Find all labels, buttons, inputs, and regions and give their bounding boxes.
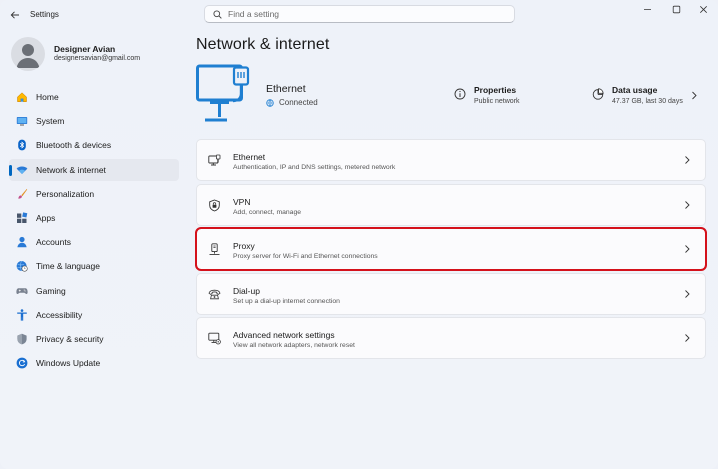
home-icon <box>16 91 28 103</box>
data-usage-subtitle: 47.37 GB, last 30 days <box>612 98 683 105</box>
update-icon <box>16 357 28 369</box>
advanced-network-icon <box>208 332 221 345</box>
ethernet-icon <box>208 154 221 167</box>
card-title: Advanced network settings <box>233 330 335 341</box>
sidebar-item-personalization[interactable]: Personalization <box>9 183 179 205</box>
chevron-right-icon[interactable] <box>690 91 698 100</box>
avatar[interactable] <box>11 37 45 71</box>
user-avatar-icon <box>16 44 40 68</box>
card-description: View all network adapters, network reset <box>233 342 355 350</box>
sidebar-item-home[interactable]: Home <box>9 86 179 108</box>
shield-icon <box>16 333 28 345</box>
chevron-right-icon <box>685 334 690 343</box>
sidebar-item-bluetooth[interactable]: Bluetooth & devices <box>9 134 179 156</box>
chevron-right-icon <box>685 289 690 298</box>
ethernet-computer-icon <box>196 64 250 122</box>
sidebar-item-network[interactable]: Network & internet <box>9 158 179 181</box>
sidebar-item-time-language[interactable]: Time & language <box>9 255 179 277</box>
chevron-right-icon <box>685 245 690 254</box>
sidebar-item-label: Privacy & security <box>36 333 104 344</box>
card-title: Dial-up <box>233 285 260 296</box>
sidebar-item-windows-update[interactable]: Windows Update <box>9 352 179 374</box>
sidebar-item-label: Accounts <box>36 237 71 248</box>
title-bar: Settings <box>0 0 718 30</box>
vpn-shield-icon <box>208 199 221 212</box>
data-usage-icon <box>592 88 604 100</box>
sidebar-item-label: System <box>36 116 65 127</box>
back-button[interactable] <box>6 6 24 24</box>
card-description: Proxy server for Wi-Fi and Ethernet conn… <box>233 253 378 261</box>
page-title: Network & internet <box>196 36 330 53</box>
sidebar-item-accessibility[interactable]: Accessibility <box>9 304 179 326</box>
advanced-network-settings-card[interactable]: Advanced network settings View all netwo… <box>196 317 706 360</box>
sidebar-item-system[interactable]: System <box>9 110 179 132</box>
minimize-icon <box>643 8 651 10</box>
ethernet-card[interactable]: Ethernet Authentication, IP and DNS sett… <box>196 139 706 181</box>
card-description: Authentication, IP and DNS settings, met… <box>233 164 396 171</box>
sidebar-item-label: Apps <box>36 212 56 223</box>
chevron-right-icon <box>685 200 690 209</box>
close-icon <box>699 5 707 13</box>
bluetooth-icon <box>16 139 28 151</box>
data-usage-title: Data usage <box>612 85 658 95</box>
system-icon <box>16 115 28 127</box>
back-arrow-icon <box>10 11 19 19</box>
connection-status: Connected <box>266 98 318 107</box>
card-description: Add, connect, manage <box>233 208 302 216</box>
properties-link[interactable]: Properties Public network <box>454 85 520 105</box>
apps-icon <box>16 212 28 224</box>
sidebar-item-label: Bluetooth & devices <box>36 140 112 151</box>
accessibility-icon <box>16 308 28 321</box>
properties-title: Properties <box>474 85 517 95</box>
dialup-icon <box>208 288 221 301</box>
minimize-button[interactable] <box>632 0 662 18</box>
wifi-icon <box>16 164 28 176</box>
sidebar-item-privacy[interactable]: Privacy & security <box>9 328 179 350</box>
sidebar-item-label: Gaming <box>36 285 66 296</box>
connection-status-text: Connected <box>279 98 318 107</box>
proxy-card[interactable]: Proxy Proxy server for Wi-Fi and Etherne… <box>195 227 707 272</box>
card-description: Set up a dial-up internet connection <box>233 297 340 305</box>
sidebar-item-accounts[interactable]: Accounts <box>9 231 179 253</box>
globe-clock-icon <box>16 260 28 272</box>
brush-icon <box>16 188 28 200</box>
chevron-right-icon <box>685 156 690 164</box>
sidebar-item-label: Personalization <box>36 188 95 199</box>
connection-name: Ethernet <box>266 83 306 95</box>
sidebar-item-label: Home <box>36 92 59 102</box>
vpn-card[interactable]: VPN Add, connect, manage <box>196 183 706 226</box>
accounts-icon <box>16 236 28 248</box>
proxy-icon <box>208 243 221 256</box>
card-title: Proxy <box>233 241 255 252</box>
maximize-button[interactable] <box>661 0 691 18</box>
data-usage-link[interactable]: Data usage 47.37 GB, last 30 days <box>592 85 683 105</box>
sidebar-item-gaming[interactable]: Gaming <box>9 280 179 302</box>
user-name: Designer Avian <box>54 44 116 54</box>
card-title: Ethernet <box>233 152 266 162</box>
sidebar-item-label: Time & language <box>36 261 100 272</box>
search-input[interactable] <box>228 9 488 19</box>
settings-window: Settings Designer Avian designersavian@g… <box>0 0 718 469</box>
close-button[interactable] <box>688 0 718 18</box>
properties-subtitle: Public network <box>474 98 520 105</box>
connection-status-panel: Ethernet Connected Properties Public net… <box>196 64 706 126</box>
maximize-icon <box>672 5 680 13</box>
gamepad-icon <box>16 285 28 297</box>
sidebar-item-apps[interactable]: Apps <box>9 207 179 229</box>
search-icon <box>213 9 222 19</box>
sidebar-item-label: Windows Update <box>36 358 101 369</box>
globe-status-icon <box>266 98 274 107</box>
search-box[interactable] <box>204 5 515 23</box>
user-email: designersavian@gmail.com <box>54 55 141 62</box>
sidebar-item-label: Accessibility <box>36 309 83 320</box>
settings-card-list: Ethernet Authentication, IP and DNS sett… <box>195 139 707 362</box>
app-title: Settings <box>30 10 59 19</box>
card-title: VPN <box>233 196 251 207</box>
sidebar-item-label: Network & internet <box>36 164 106 175</box>
info-icon <box>454 88 466 100</box>
sidebar-nav: Home System Bluetooth & devices Network … <box>9 86 179 376</box>
dial-up-card[interactable]: Dial-up Set up a dial-up internet connec… <box>196 272 706 315</box>
